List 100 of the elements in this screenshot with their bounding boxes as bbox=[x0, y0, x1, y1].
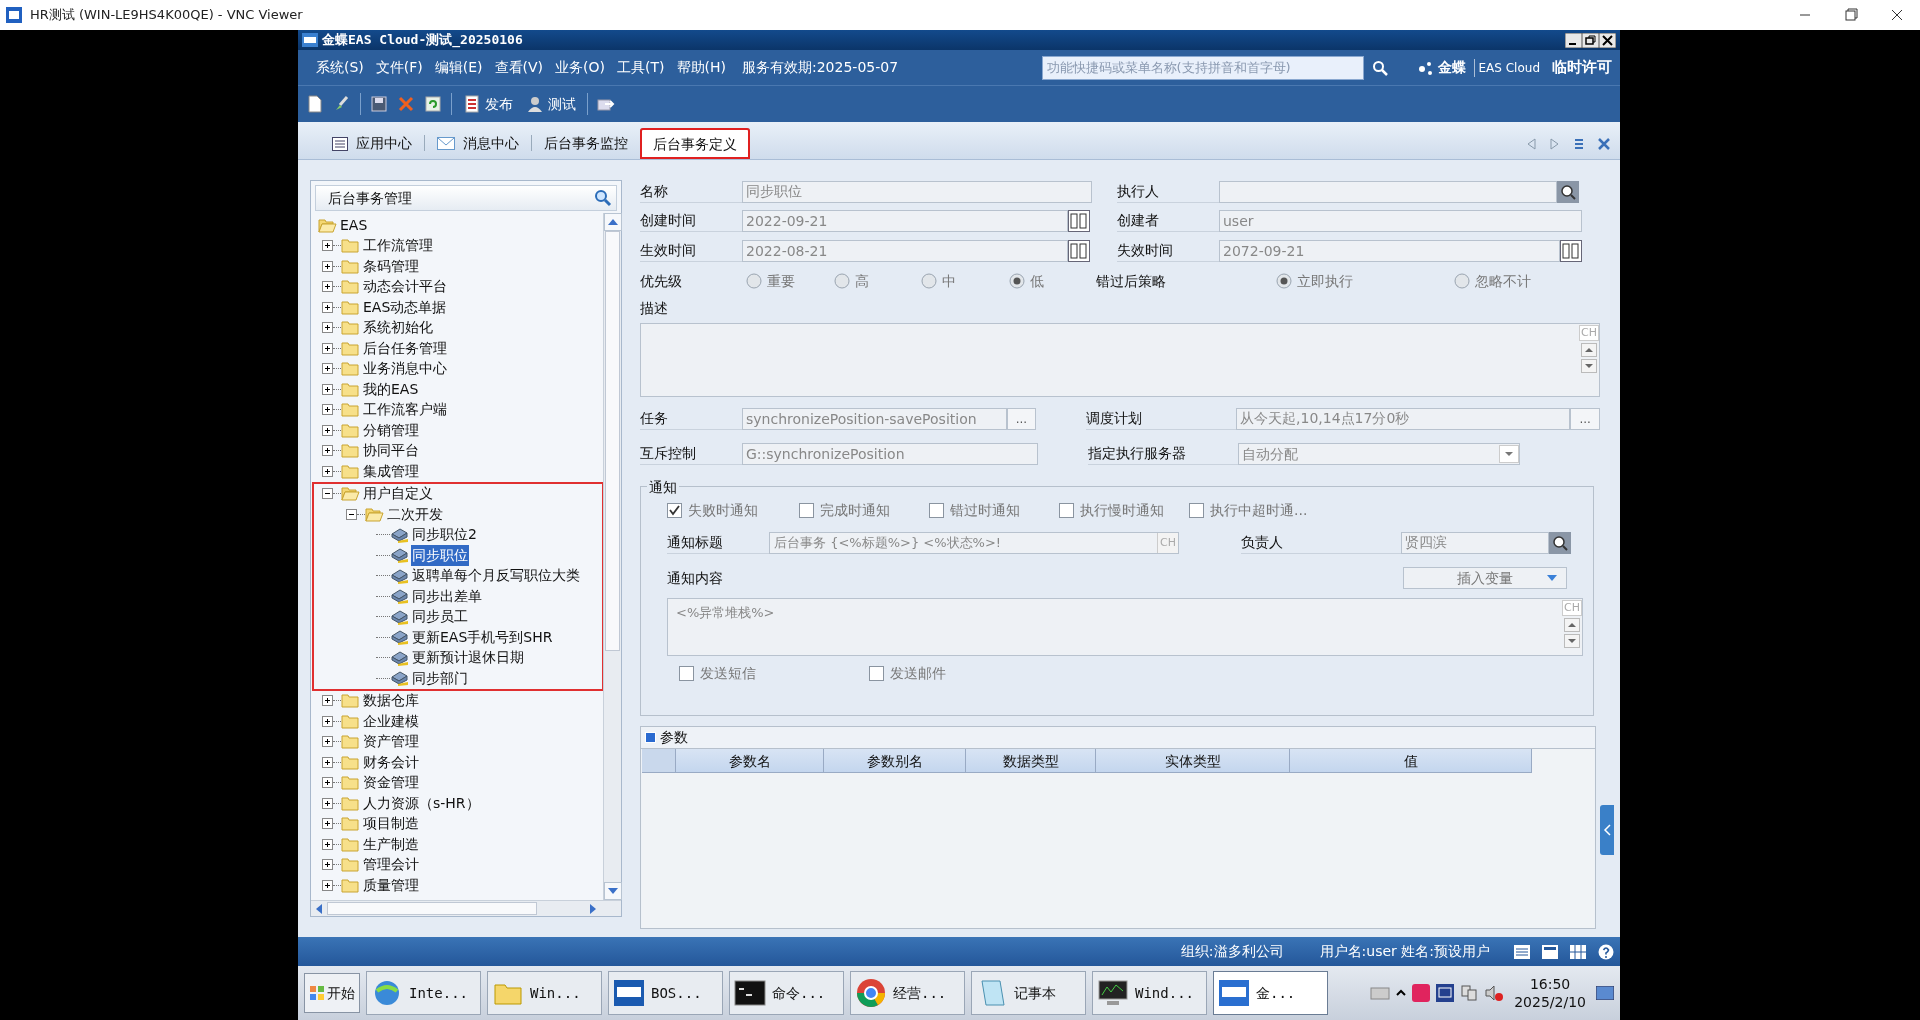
search-icon[interactable] bbox=[1371, 59, 1388, 76]
column-header[interactable]: 数据类型 bbox=[966, 749, 1096, 773]
tree-item[interactable]: 同步职位 bbox=[411, 544, 469, 566]
insert-variable-dropdown[interactable]: 插入变量 bbox=[1403, 567, 1567, 589]
tree-item[interactable]: 更新EAS手机号到SHR bbox=[411, 626, 554, 648]
taskbar-button[interactable]: Wind... bbox=[1092, 971, 1207, 1015]
tray-app-icon[interactable] bbox=[1412, 984, 1431, 1002]
calendar-icon[interactable] bbox=[1068, 210, 1090, 232]
tree-item[interactable]: 资产管理 bbox=[362, 731, 420, 753]
expand-icon[interactable] bbox=[322, 838, 333, 850]
tree-item[interactable]: EAS动态单据 bbox=[362, 296, 448, 318]
menu-item[interactable]: 编辑(E) bbox=[434, 57, 483, 78]
close-icon[interactable] bbox=[1599, 32, 1616, 48]
radio-option[interactable]: 立即执行 bbox=[1276, 270, 1454, 292]
taskbar-button[interactable]: 金... bbox=[1213, 971, 1328, 1015]
checkbox-option[interactable]: 执行中超时通... bbox=[1189, 499, 1349, 521]
tree-item[interactable]: 人力资源（s-HR） bbox=[362, 792, 481, 814]
restore-icon[interactable] bbox=[1582, 32, 1599, 48]
tree-item[interactable]: 业务消息中心 bbox=[362, 358, 448, 380]
window-icon[interactable] bbox=[1542, 944, 1558, 959]
tree-item[interactable]: 同步员工 bbox=[411, 606, 469, 628]
checkbox-option[interactable]: 执行慢时通知 bbox=[1059, 499, 1189, 521]
taskbar-button[interactable]: BOS... bbox=[608, 971, 723, 1015]
tree-item[interactable]: 同步职位2 bbox=[411, 524, 478, 546]
tree-item[interactable]: 同步出差单 bbox=[411, 585, 483, 607]
taskbar-button[interactable]: Inte... bbox=[366, 971, 481, 1015]
expand-icon[interactable] bbox=[322, 301, 333, 313]
menu-item[interactable]: 工具(T) bbox=[617, 57, 665, 78]
tree-item[interactable]: 用户自定义 bbox=[362, 483, 434, 505]
vertical-scrollbar[interactable] bbox=[603, 213, 621, 900]
scroll-up-icon[interactable] bbox=[1564, 618, 1580, 632]
tree-item[interactable]: 协同平台 bbox=[362, 440, 420, 462]
column-header[interactable]: 参数名 bbox=[676, 749, 824, 773]
expand-icon[interactable] bbox=[322, 736, 333, 748]
lookup-icon[interactable] bbox=[1549, 532, 1571, 554]
taskbar-button[interactable]: 经营... bbox=[850, 971, 965, 1015]
calendar-icon[interactable] bbox=[1068, 240, 1090, 262]
tree-item[interactable]: 项目制造 bbox=[362, 813, 420, 835]
radio-option[interactable]: 重要 bbox=[746, 270, 834, 292]
chevron-up-icon[interactable] bbox=[1396, 988, 1407, 998]
tree-item[interactable]: 工作流管理 bbox=[362, 235, 434, 257]
tree-item[interactable]: 财务会计 bbox=[362, 751, 420, 773]
collapse-handle[interactable] bbox=[1600, 805, 1614, 855]
expand-icon[interactable] bbox=[322, 695, 333, 707]
checkbox-option[interactable]: 错过时通知 bbox=[929, 499, 1059, 521]
column-header[interactable]: 实体类型 bbox=[1096, 749, 1290, 773]
checkbox-option[interactable]: 发送邮件 bbox=[869, 662, 989, 684]
clock[interactable]: 16:50 2025/2/10 bbox=[1510, 975, 1590, 1011]
tree-item[interactable]: 系统初始化 bbox=[362, 317, 434, 339]
tree-item[interactable]: 工作流客户端 bbox=[362, 399, 448, 421]
start-button[interactable]: 开始 bbox=[304, 973, 360, 1013]
toolbar-button[interactable]: 测试 bbox=[524, 91, 578, 117]
column-header[interactable]: 参数别名 bbox=[824, 749, 966, 773]
expand-icon[interactable] bbox=[322, 322, 333, 334]
browse-button[interactable]: ... bbox=[1570, 408, 1601, 430]
tree-item[interactable]: 管理会计 bbox=[362, 854, 420, 876]
expand-icon[interactable] bbox=[322, 260, 333, 272]
expand-icon[interactable] bbox=[322, 445, 333, 457]
tree-item[interactable]: 生产制造 bbox=[362, 833, 420, 855]
scroll-down-icon[interactable] bbox=[1564, 634, 1580, 648]
expand-icon[interactable] bbox=[322, 797, 333, 809]
checkbox-option[interactable]: 失败时通知 bbox=[667, 499, 799, 521]
lookup-icon[interactable] bbox=[1557, 181, 1579, 203]
taskbar-button[interactable]: 记事本 bbox=[971, 971, 1086, 1015]
expand-icon[interactable] bbox=[322, 281, 333, 293]
refresh-icon[interactable] bbox=[424, 95, 442, 113]
browse-button[interactable]: ... bbox=[1006, 408, 1037, 430]
expand-icon[interactable] bbox=[322, 465, 333, 477]
tab[interactable]: 后台事务监控 bbox=[532, 128, 640, 159]
collapse-icon[interactable] bbox=[322, 488, 333, 500]
tree-item[interactable]: 更新预计退休日期 bbox=[411, 647, 525, 669]
radio-option[interactable]: 中 bbox=[921, 270, 1009, 292]
tree-item[interactable]: 资金管理 bbox=[362, 772, 420, 794]
expand-icon[interactable] bbox=[322, 363, 333, 375]
menu-item[interactable]: 文件(F) bbox=[375, 57, 423, 78]
horizontal-scrollbar[interactable] bbox=[311, 900, 621, 916]
expand-icon[interactable] bbox=[322, 818, 333, 830]
expand-icon[interactable] bbox=[322, 404, 333, 416]
search-field[interactable]: 功能快捷码或菜单名称(支持拼音和首字母) bbox=[1041, 55, 1364, 80]
scroll-up-icon[interactable] bbox=[604, 213, 622, 231]
tree-item[interactable]: 分销管理 bbox=[362, 419, 420, 441]
menu-item[interactable]: 查看(V) bbox=[494, 57, 544, 78]
scroll-down-icon[interactable] bbox=[1581, 359, 1597, 373]
minimize-icon[interactable] bbox=[1565, 32, 1582, 48]
toolbar-button[interactable]: 发布 bbox=[461, 91, 515, 117]
menu-item[interactable]: 业务(O) bbox=[555, 57, 606, 78]
new-page-icon[interactable] bbox=[306, 95, 324, 113]
radio-option[interactable]: 低 bbox=[1008, 270, 1096, 292]
expand-icon[interactable] bbox=[322, 859, 333, 871]
text-field[interactable] bbox=[1219, 181, 1557, 203]
collapse-icon[interactable] bbox=[346, 508, 357, 520]
tree-item[interactable]: 数据仓库 bbox=[362, 690, 420, 712]
tree-item[interactable]: 二次开发 bbox=[386, 503, 444, 525]
brush-icon[interactable] bbox=[333, 95, 351, 113]
menu-item[interactable]: 帮助(H) bbox=[676, 57, 726, 78]
help-icon[interactable] bbox=[1598, 943, 1614, 960]
tree-item[interactable]: 动态会计平台 bbox=[362, 276, 448, 298]
scroll-thumb[interactable] bbox=[327, 902, 537, 915]
checkbox-option[interactable]: 完成时通知 bbox=[799, 499, 929, 521]
menu-item[interactable]: 系统(S) bbox=[316, 57, 364, 78]
